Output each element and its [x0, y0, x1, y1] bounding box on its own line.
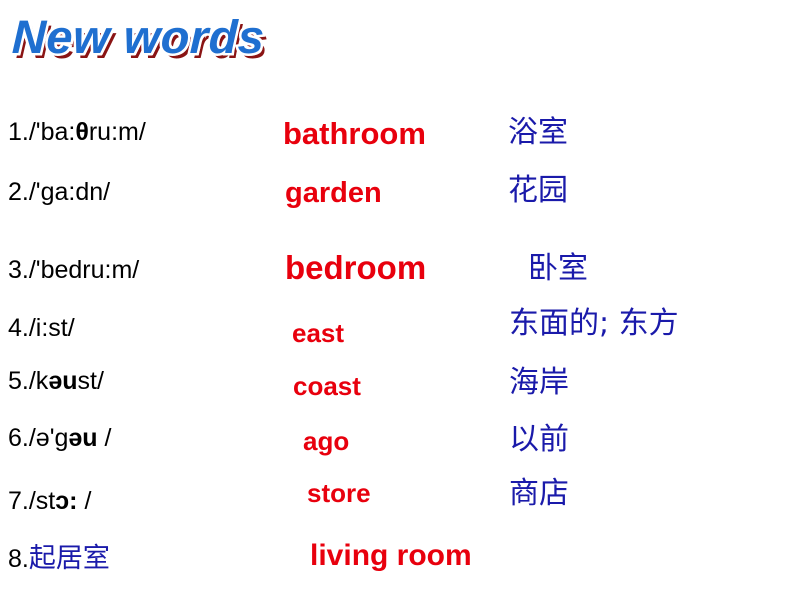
phonetic-entry-3: 3./'bedru:m/: [8, 256, 139, 284]
page-title: New words New words New words: [9, 6, 432, 72]
slide-canvas: New words New words New words 1./'ba:θru…: [0, 0, 794, 596]
phonetic-entry-5: 5./kəust/: [8, 367, 104, 395]
phonetic-text-1c: ru:m/: [88, 118, 146, 146]
phonetic-text-7c: /: [77, 487, 92, 515]
chinese-translation-coast: 海岸: [509, 365, 569, 400]
phonetic-text-2a: /'ga:dn/: [28, 178, 111, 206]
chinese-translation-east: 东面的; 东方: [509, 306, 679, 341]
entry-number-5: 5.: [8, 367, 29, 395]
entry-number-8: 8.: [8, 545, 29, 573]
phonetic-text-6c: /: [97, 424, 112, 452]
phonetic-entry-6: 6./ə'gəu /: [8, 424, 111, 452]
phonetic-text-5c: st/: [77, 367, 104, 395]
english-word-living-room: living room: [310, 539, 472, 572]
phonetic-text-6b: əu: [68, 424, 98, 452]
chinese-translation-bathroom: 浴室: [508, 115, 568, 150]
english-word-east: east: [292, 318, 345, 348]
chinese-translation-store: 商店: [509, 476, 569, 511]
english-word-bedroom: bedroom: [285, 249, 427, 286]
english-word-bathroom: bathroom: [283, 116, 426, 151]
entry-number-3: 3.: [8, 256, 29, 284]
phonetic-text-4a: /i:st/: [28, 314, 75, 342]
phonetic-text-5b: əu: [48, 367, 78, 395]
english-word-store: store: [307, 478, 371, 508]
entry-number-4: 4.: [8, 314, 29, 342]
chinese-translation-bedroom: 卧室: [528, 251, 588, 286]
phonetic-entry-8: 8.起居室: [8, 543, 110, 574]
page-title-text: New words: [11, 10, 266, 63]
english-word-ago: ago: [303, 426, 350, 456]
english-word-coast: coast: [293, 371, 361, 401]
phonetic-text-5a: /k: [28, 367, 49, 395]
entry-number-6: 6.: [8, 424, 29, 452]
entry-number-7: 7.: [8, 487, 29, 515]
phonetic-text-6a: /ə'g: [28, 424, 69, 452]
phonetic-text-7b: ɔ:: [55, 487, 78, 515]
entry-number-1: 1.: [8, 118, 29, 146]
phonetic-entry-4: 4./i:st/: [8, 314, 75, 342]
phonetic-entry-7: 7./stɔ: /: [8, 487, 91, 515]
phonetic-entry-2: 2./'ga:dn/: [8, 178, 110, 206]
english-word-garden: garden: [285, 177, 382, 209]
phonetic-text-7a: /st: [28, 487, 56, 515]
phonetic-text-1a: /'ba:: [28, 118, 76, 146]
phonetic-text-3a: /'bedru:m/: [28, 256, 140, 284]
phonetic-text-1b: θ: [75, 118, 89, 146]
chinese-translation-ago: 以前: [509, 422, 569, 457]
phonetic-entry-1: 1./'ba:θru:m/: [8, 118, 146, 146]
entry-number-2: 2.: [8, 178, 29, 206]
chinese-translation-garden: 花园: [508, 173, 568, 208]
phonetic-chinese-8: 起居室: [28, 543, 110, 574]
